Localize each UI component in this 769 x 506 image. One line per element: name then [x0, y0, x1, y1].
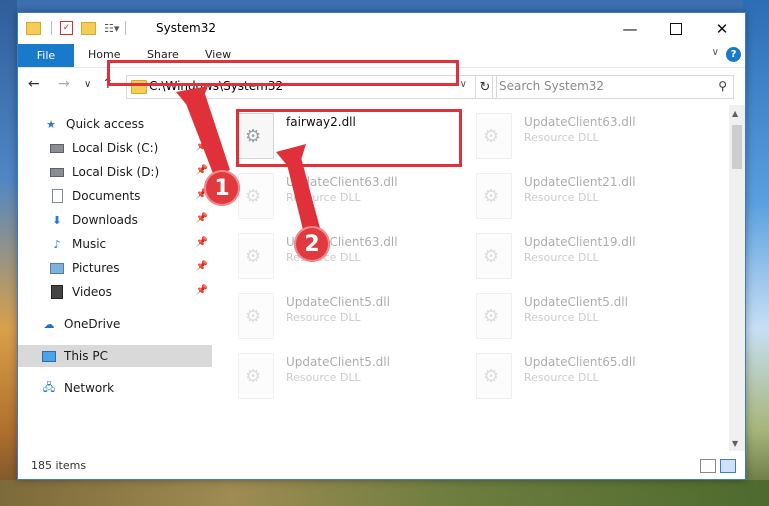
callout-1: 1: [204, 170, 240, 206]
annotation-arrows: [176, 86, 320, 234]
callout-2: 2: [294, 226, 330, 262]
